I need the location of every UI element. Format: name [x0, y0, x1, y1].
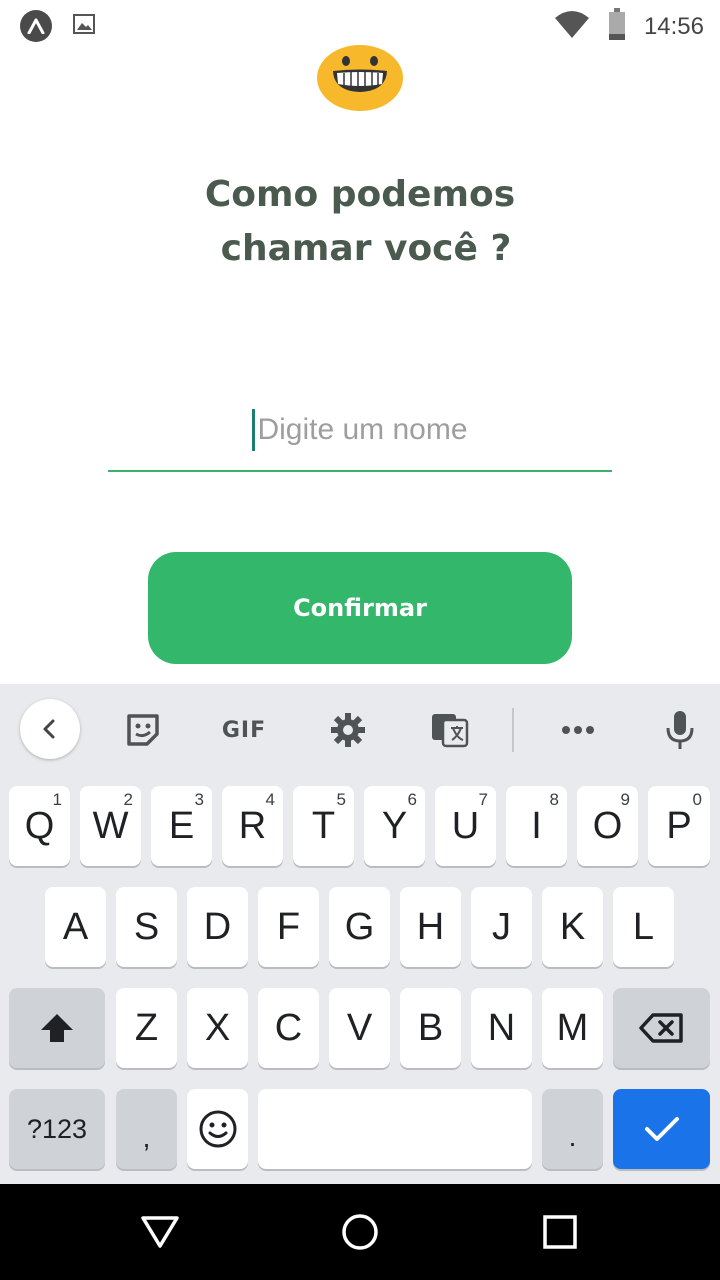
enter-key[interactable] [613, 1089, 710, 1169]
shift-icon [41, 1014, 73, 1042]
app-screen: 14:56 Como podemos chamar você ? Digite … [0, 0, 720, 1280]
triangle-back-icon[interactable] [140, 1212, 180, 1252]
key-y[interactable]: Y6 [364, 786, 425, 866]
name-input[interactable]: Digite um nome [108, 390, 612, 472]
key-n[interactable]: N [471, 988, 532, 1068]
confirm-button-label: Confirmar [293, 594, 427, 622]
spacebar[interactable] [258, 1089, 532, 1169]
soft-keyboard: GIF G Q 1 W 2 E 3 R 4 T 5 Y 6 U 7 I 8 O … [0, 684, 720, 1184]
toolbar-divider [512, 708, 514, 752]
page-title: Como podemos chamar você ? [0, 168, 720, 276]
text-cursor [252, 409, 256, 451]
key-e[interactable]: E3 [151, 786, 212, 866]
key-f[interactable]: F [258, 887, 319, 967]
key-m[interactable]: M [542, 988, 603, 1068]
key-x[interactable]: X [187, 988, 248, 1068]
key-c[interactable]: C [258, 988, 319, 1068]
checkmark-icon [644, 1117, 679, 1141]
shift-key[interactable] [9, 988, 105, 1068]
key-k[interactable]: K [542, 887, 603, 967]
gif-button[interactable]: GIF [214, 702, 274, 758]
period-key[interactable]: . [542, 1089, 603, 1169]
key-o[interactable]: O9 [577, 786, 638, 866]
more-horizontal-icon[interactable] [556, 702, 600, 758]
emoji-icon [199, 1110, 236, 1148]
backspace-key[interactable] [613, 988, 710, 1068]
app-a-icon [20, 10, 52, 42]
status-bar-right: 14:56 [554, 8, 704, 45]
key-l[interactable]: L [613, 887, 674, 967]
circle-home-icon[interactable] [340, 1212, 380, 1252]
clock: 14:56 [643, 12, 704, 40]
navigation-bar [0, 1184, 720, 1280]
image-icon [72, 12, 96, 41]
symbols-key[interactable]: ?123 [9, 1089, 105, 1169]
title-line-1: Como podemos [204, 174, 516, 215]
key-j[interactable]: J [471, 887, 532, 967]
key-w[interactable]: W2 [80, 786, 141, 866]
square-recents-icon[interactable] [540, 1212, 580, 1252]
name-input-placeholder: Digite um nome [257, 413, 468, 446]
wifi-icon [554, 10, 590, 43]
comma-key[interactable]: , [116, 1089, 177, 1169]
keyboard-toolbar: GIF G [0, 684, 720, 774]
key-z[interactable]: Z [116, 988, 177, 1068]
key-q[interactable]: Q1 [9, 786, 70, 866]
key-b[interactable]: B [400, 988, 461, 1068]
chevron-left-icon[interactable] [20, 699, 80, 759]
grinning-face-icon [316, 44, 404, 112]
title-line-2: chamar você ? [220, 228, 512, 269]
confirm-button[interactable]: Confirmar [148, 552, 572, 664]
emoji-key[interactable] [187, 1089, 248, 1169]
key-i[interactable]: I8 [506, 786, 567, 866]
key-u[interactable]: U7 [435, 786, 496, 866]
key-g[interactable]: G [329, 887, 390, 967]
translate-icon[interactable]: G [430, 702, 470, 758]
key-r[interactable]: R4 [222, 786, 283, 866]
key-h[interactable]: H [400, 887, 461, 967]
gear-icon[interactable] [326, 702, 370, 758]
key-t[interactable]: T5 [293, 786, 354, 866]
key-p[interactable]: P0 [648, 786, 710, 866]
battery-icon [608, 8, 626, 45]
status-bar: 14:56 [0, 0, 720, 50]
key-s[interactable]: S [116, 887, 177, 967]
microphone-icon[interactable] [660, 702, 700, 758]
key-d[interactable]: D [187, 887, 248, 967]
key-a[interactable]: A [45, 887, 106, 967]
sticker-icon[interactable] [120, 702, 166, 758]
key-v[interactable]: V [329, 988, 390, 1068]
backspace-icon [638, 1013, 683, 1043]
status-bar-left [20, 10, 96, 42]
